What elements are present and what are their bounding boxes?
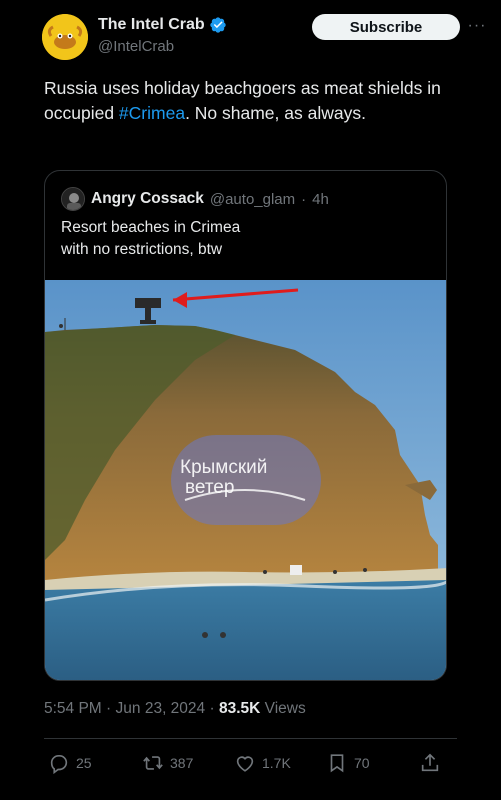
author-avatar[interactable] [42, 14, 88, 60]
tweet-text-part: . No shame, as always. [185, 103, 366, 123]
bookmark-icon [330, 754, 344, 773]
watermark-line1: Крымский [180, 457, 267, 478]
author-handle[interactable]: @IntelCrab [98, 38, 174, 55]
verified-badge-icon [210, 17, 226, 33]
share-icon [421, 753, 439, 772]
share-button[interactable] [419, 752, 441, 774]
views-count: 83.5K [218, 700, 261, 717]
divider [44, 738, 457, 739]
like-count: 1.7K [262, 755, 291, 771]
repost-count: 387 [170, 755, 194, 771]
tweet-date[interactable]: Jun 23, 2024 [116, 700, 206, 717]
tweet-text: Russia uses holiday beachgoers as meat s… [44, 76, 454, 126]
meta-separator: · [209, 700, 215, 717]
repost-icon [143, 756, 163, 770]
quote-author-handle: @auto_glam [209, 190, 296, 208]
author-name-row: The Intel Crab [98, 16, 227, 34]
quote-separator: · [301, 190, 307, 208]
reply-button[interactable]: 25 [48, 752, 92, 774]
quote-author-avatar [61, 187, 85, 211]
bookmark-button[interactable]: 70 [326, 752, 370, 774]
like-button[interactable]: 1.7K [234, 752, 291, 774]
tweet-time[interactable]: 5:54 PM [44, 700, 102, 717]
quote-photo[interactable]: Крымский ветер [45, 280, 447, 681]
views-label: Views [264, 700, 306, 717]
quoted-tweet[interactable]: Angry Cossack @auto_glam · 4h Resort bea… [44, 170, 447, 681]
quote-time: 4h [312, 190, 329, 208]
reply-icon [50, 755, 68, 774]
author-display-name[interactable]: The Intel Crab [98, 16, 205, 34]
hashtag-link[interactable]: #Crimea [119, 103, 185, 123]
heart-icon [236, 756, 254, 772]
repost-button[interactable]: 387 [142, 752, 193, 774]
meta-separator: · [106, 700, 112, 717]
watermark-line2: ветер [185, 477, 234, 498]
tweet-header: The Intel Crab @IntelCrab Subscribe ··· [42, 12, 485, 62]
quote-text: Resort beaches in Crimea with no restric… [61, 217, 361, 261]
reply-count: 25 [76, 755, 92, 771]
more-options-icon[interactable]: ··· [466, 17, 488, 34]
action-bar: 25 387 1.7K 70 [44, 752, 457, 782]
quote-text-line: Resort beaches in Crimea [61, 219, 241, 236]
tweet-meta: 5:54 PM · Jun 23, 2024 · 83.5K Views [44, 700, 306, 718]
quote-author-name: Angry Cossack [91, 190, 204, 207]
bookmark-count: 70 [354, 755, 370, 771]
subscribe-button[interactable]: Subscribe [312, 14, 460, 40]
quote-header: Angry Cossack @auto_glam · 4h [61, 187, 329, 211]
quote-text-line: with no restrictions, btw [61, 241, 223, 258]
